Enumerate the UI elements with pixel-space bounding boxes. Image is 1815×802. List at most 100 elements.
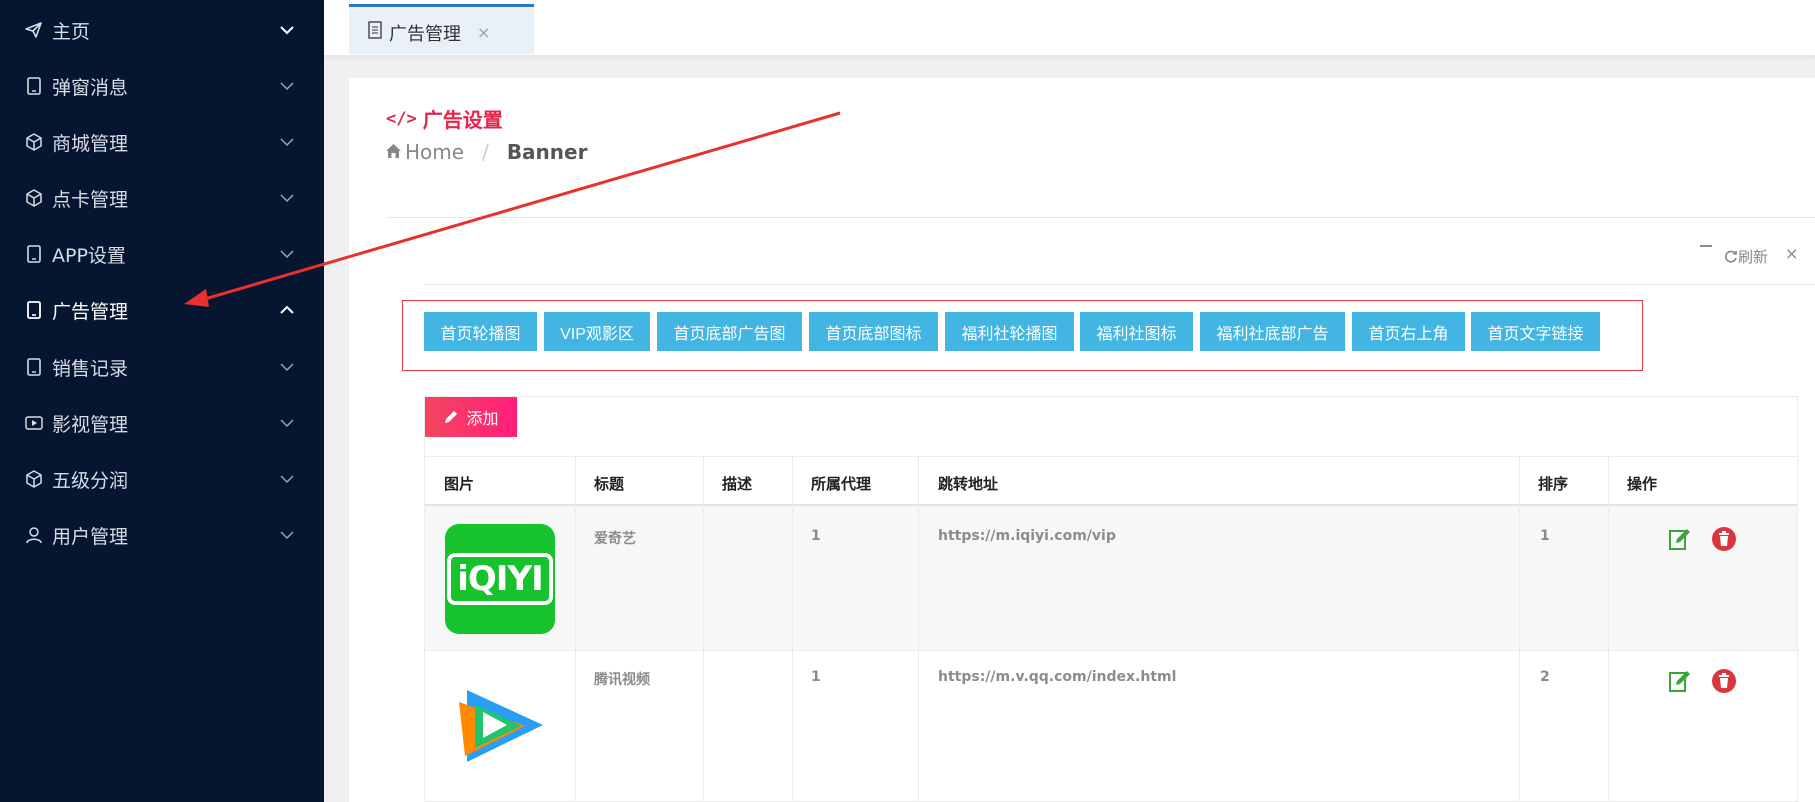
refresh-label: 刷新 <box>1738 248 1769 266</box>
cell-sort: 2 <box>1540 669 1550 685</box>
sidebar-item-home[interactable]: 主页 <box>0 2 324 58</box>
table-row: iQIYI 爱奇艺 1 https://m.iqiyi.com/vip 1 <box>425 506 1797 651</box>
sidebar-item-sales-records[interactable]: 销售记录 <box>0 339 324 395</box>
delete-icon[interactable] <box>1711 526 1737 552</box>
cell-agent: 1 <box>811 669 821 685</box>
sidebar-item-label: 点卡管理 <box>52 188 129 211</box>
pencil-icon <box>445 411 458 423</box>
minimize-icon[interactable] <box>1700 245 1712 247</box>
sidebar: 主页 弹窗消息 商城管理 点卡管理 APP设置 广告管理 销售记录 影视管理 五… <box>0 0 324 802</box>
section-title-text: 广告设置 <box>422 108 503 132</box>
divider <box>424 284 1815 285</box>
category-button[interactable]: 首页轮播图 <box>424 312 537 351</box>
table-header: 图片 标题 描述 所属代理 跳转地址 排序 操作 <box>425 456 1797 506</box>
cube-icon <box>24 469 44 489</box>
sidebar-item-label: 用户管理 <box>52 525 129 548</box>
tab-close-icon[interactable]: × <box>477 23 490 42</box>
column-divider <box>918 456 919 802</box>
column-divider <box>792 456 793 802</box>
tencent-video-logo <box>459 690 543 762</box>
breadcrumb-separator: / <box>482 140 489 164</box>
category-button[interactable]: 首页底部图标 <box>809 312 938 351</box>
sidebar-item-label: 广告管理 <box>52 300 129 323</box>
breadcrumb: Home / Banner <box>386 140 588 164</box>
column-header: 标题 <box>594 475 625 493</box>
sidebar-item-video-management[interactable]: 影视管理 <box>0 395 324 451</box>
add-button[interactable]: 添加 <box>425 397 517 437</box>
chevron-down-icon <box>280 475 294 484</box>
edit-icon[interactable] <box>1667 526 1693 552</box>
tablet-icon <box>24 244 44 264</box>
category-button[interactable]: 福利社图标 <box>1080 312 1193 351</box>
cell-title: 爱奇艺 <box>594 531 636 547</box>
chevron-down-icon <box>280 26 294 35</box>
sidebar-item-user-management[interactable]: 用户管理 <box>0 507 324 563</box>
sidebar-item-five-level-profit[interactable]: 五级分润 <box>0 451 324 507</box>
sidebar-item-label: 弹窗消息 <box>52 76 129 99</box>
chevron-up-icon <box>280 305 294 314</box>
sidebar-item-label: APP设置 <box>52 244 126 267</box>
panel-close-icon[interactable]: × <box>1785 244 1798 263</box>
edit-icon[interactable] <box>1667 668 1693 694</box>
chevron-down-icon <box>280 419 294 428</box>
sidebar-item-label: 商城管理 <box>52 132 129 155</box>
table-row: 腾讯视频 1 https://m.v.qq.com/index.html 2 <box>425 652 1797 802</box>
column-header: 描述 <box>722 475 753 493</box>
sidebar-item-app-settings[interactable]: APP设置 <box>0 226 324 282</box>
section-title: </> 广告设置 <box>386 104 503 133</box>
video-icon <box>24 413 44 433</box>
column-divider <box>575 456 576 802</box>
tablet-icon <box>24 76 44 96</box>
chevron-down-icon <box>280 82 294 91</box>
add-button-label: 添加 <box>466 409 499 428</box>
cube-icon <box>24 188 44 208</box>
category-button[interactable]: 福利社轮播图 <box>945 312 1074 351</box>
user-icon <box>24 525 44 545</box>
category-button[interactable]: 首页文字链接 <box>1471 312 1600 351</box>
category-button[interactable]: 首页右上角 <box>1352 312 1465 351</box>
sidebar-item-point-cards[interactable]: 点卡管理 <box>0 170 324 226</box>
sidebar-item-mall[interactable]: 商城管理 <box>0 114 324 170</box>
sidebar-item-label: 销售记录 <box>52 357 129 380</box>
code-icon: </> <box>386 108 417 129</box>
chevron-down-icon <box>280 250 294 259</box>
column-header: 所属代理 <box>811 475 872 493</box>
column-header: 跳转地址 <box>938 475 999 493</box>
chevron-down-icon <box>280 138 294 147</box>
sidebar-item-label: 影视管理 <box>52 413 129 436</box>
tab-ad-management[interactable]: 广告管理 × <box>349 4 534 54</box>
document-icon <box>368 21 382 39</box>
chevron-down-icon <box>280 531 294 540</box>
column-header: 操作 <box>1627 475 1658 493</box>
chevron-down-icon <box>280 194 294 203</box>
tab-label: 广告管理 <box>389 24 461 45</box>
category-button[interactable]: VIP观影区 <box>544 312 650 351</box>
sidebar-item-ad-management[interactable]: 广告管理 <box>0 282 324 338</box>
column-divider <box>1519 456 1520 802</box>
category-button[interactable]: 首页底部广告图 <box>657 312 802 351</box>
column-header: 图片 <box>444 475 475 493</box>
breadcrumb-home[interactable]: Home <box>405 140 464 164</box>
delete-icon[interactable] <box>1711 668 1737 694</box>
category-button[interactable]: 福利社底部广告 <box>1200 312 1345 351</box>
sidebar-item-label: 主页 <box>52 20 91 43</box>
divider <box>386 217 1815 218</box>
iqiyi-logo: iQIYI <box>445 524 555 634</box>
tab-bar: 广告管理 × <box>324 0 1815 56</box>
column-divider <box>703 456 704 802</box>
send-icon <box>24 20 44 40</box>
refresh-icon <box>1725 250 1737 263</box>
breadcrumb-current: Banner <box>506 140 588 164</box>
tablet-icon <box>24 357 44 377</box>
cell-agent: 1 <box>811 528 821 544</box>
refresh-button[interactable]: 刷新 <box>1724 246 1768 267</box>
chevron-down-icon <box>280 363 294 372</box>
column-divider <box>1608 456 1609 802</box>
home-icon <box>386 144 401 158</box>
column-header: 排序 <box>1538 475 1569 493</box>
sidebar-item-label: 五级分润 <box>52 469 129 492</box>
tablet-icon <box>24 300 44 320</box>
cell-sort: 1 <box>1540 528 1550 544</box>
cell-url: https://m.v.qq.com/index.html <box>938 669 1177 685</box>
sidebar-item-popup-messages[interactable]: 弹窗消息 <box>0 58 324 114</box>
